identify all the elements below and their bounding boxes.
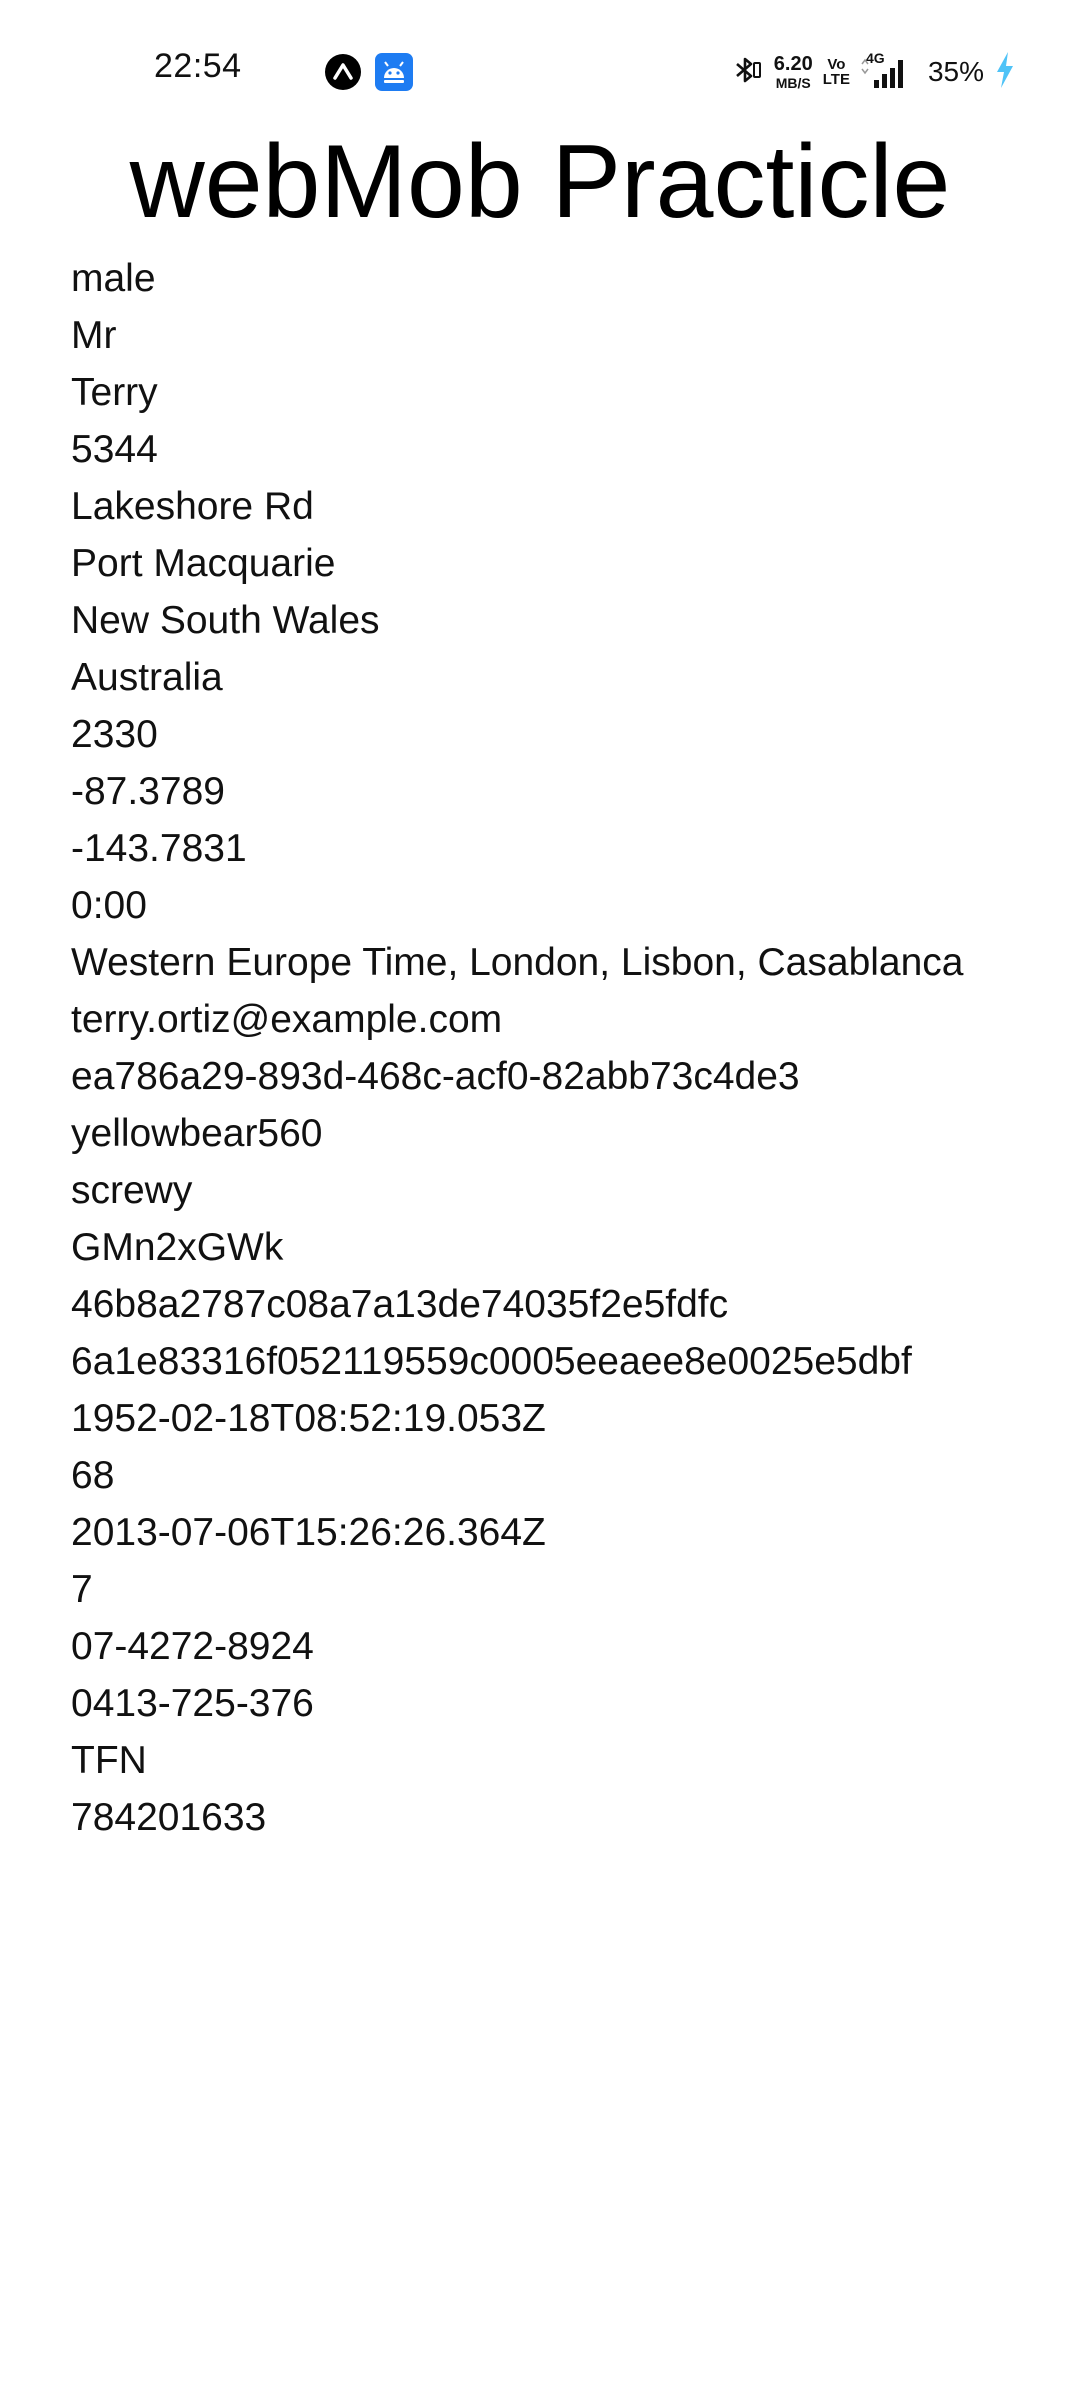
list-item: 68 [71,1454,115,1497]
list-item: 07-4272-8924 [71,1625,314,1668]
list-item: Australia [71,656,223,699]
network-speed-value: 6.20 [773,53,813,75]
volte-top-label: Vo [827,56,846,73]
list-item: Port Macquarie [71,542,336,585]
status-right-cluster: 6.20 MB/S Vo LTE 4G 35% [730,50,1016,94]
list-item: ea786a29-893d-468c-acf0-82abb73c4de3 [71,1055,800,1098]
expo-notification-icon [324,53,362,91]
list-item: 2330 [71,713,158,756]
list-item: 6a1e83316f052119559c0005eeaee8e0025e5dbf [71,1340,912,1383]
list-item: -143.7831 [71,827,247,870]
android-debug-notification-icon [375,53,413,91]
list-item: 784201633 [71,1796,267,1839]
network-speed-unit: MB/S [775,75,811,91]
list-item: Lakeshore Rd [71,485,314,528]
list-item: screwy [71,1169,193,1212]
list-item: -87.3789 [71,770,225,813]
list-item: 0:00 [71,884,147,927]
list-item: GMn2xGWk [71,1226,284,1269]
list-item: yellowbear560 [71,1112,323,1155]
volte-indicator: Vo LTE [823,57,850,87]
status-bar: 22:54 6.20 MB/S Vo LTE 4G 35% [0,0,1080,120]
list-item: 0413-725-376 [71,1682,314,1725]
list-item: 2013-07-06T15:26:26.364Z [71,1511,546,1554]
list-item: 5344 [71,428,158,471]
battery-percent: 35% [927,56,984,87]
status-time: 22:54 [154,47,242,85]
user-detail-list: male Mr Terry 5344 Lakeshore Rd Port Mac… [71,250,1061,1846]
list-item: male [71,257,156,300]
list-item: 1952-02-18T08:52:19.053Z [71,1397,546,1440]
list-item: New South Wales [71,599,380,642]
list-item: Mr [71,314,117,357]
charging-bolt-icon [994,51,1016,94]
list-item: terry.ortiz@example.com [71,998,503,1041]
list-item: TFN [71,1739,147,1782]
network-speed: 6.20 MB/S [774,54,813,90]
volte-bottom-label: LTE [822,71,850,88]
list-item: 7 [71,1568,93,1611]
list-item: Western Europe Time, London, Lisbon, Cas… [71,941,964,984]
list-item: Terry [71,371,158,414]
bluetooth-icon [730,53,764,92]
page-title: webMob Practicle [129,124,951,240]
signal-4g-icon: 4G [860,50,918,92]
list-item: 46b8a2787c08a7a13de74035f2e5fdfc [71,1283,729,1326]
